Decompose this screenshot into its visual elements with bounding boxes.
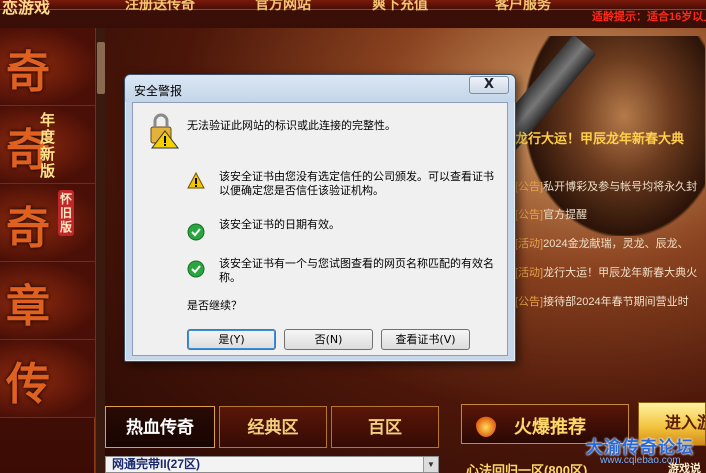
tab-hundred-zone[interactable]: 百区 — [331, 406, 439, 448]
page-scrollbar[interactable] — [95, 28, 105, 473]
lock-warning-icon — [150, 113, 179, 149]
tab-classic-zone[interactable]: 经典区 — [219, 406, 327, 448]
main-message: 无法验证此网站的标识或此连接的完整性。 — [187, 119, 396, 132]
sidebar-item-chapter[interactable]: 章 — [0, 262, 96, 340]
flame-icon — [476, 413, 496, 437]
certificate-name-message: 该安全证书有一个与您试图查看的网页名称匹配的有效名称。 — [219, 257, 494, 284]
server-select-value: 网通完带II(27区) — [112, 457, 201, 471]
close-button[interactable]: X — [469, 76, 509, 94]
nav-item-recharge[interactable]: 爽下充值 — [372, 0, 428, 14]
news-category: [活动] — [515, 267, 544, 279]
tab-hot-legend[interactable]: 热血传奇 — [105, 406, 215, 448]
nav-item-customer-service[interactable]: 客户服务 — [495, 0, 551, 14]
news-item[interactable]: [公告]接待部2024年春节期间营业时 — [515, 293, 706, 313]
server-tabs: 热血传奇 经典区 百区 — [105, 402, 440, 450]
sidebar-item-chuan[interactable]: 传 — [0, 340, 96, 418]
certificate-date-message: 该安全证书的日期有效。 — [219, 218, 340, 231]
nav-item-register[interactable]: 注册送传奇 — [125, 0, 195, 14]
sidebar-tag: 年度新版 — [40, 112, 56, 180]
age-notice: 适龄提示：适合16岁以上 — [592, 11, 706, 23]
dialog-titlebar[interactable]: 安全警报 X — [125, 75, 515, 102]
news-category: [公告] — [515, 296, 544, 308]
yes-button[interactable]: 是(Y) — [187, 329, 276, 350]
news-title: 私开博彩及参与帐号均将永久封 — [543, 181, 698, 193]
forum-watermark-url: www.cqlebao.com — [600, 455, 681, 466]
continue-question: 是否继续？ — [187, 299, 242, 312]
news-headline[interactable]: 龙行大运！甲辰龙年新春大典 — [515, 128, 684, 147]
no-button[interactable]: 否(N) — [284, 329, 373, 350]
news-category: [公告] — [515, 181, 544, 193]
news-title: 2024金龙献瑞，灵龙、辰龙、 — [543, 238, 689, 250]
dialog-title: 安全警报 — [134, 84, 183, 98]
site-logo[interactable]: 恋游戏 — [2, 0, 50, 18]
news-category: [活动] — [515, 238, 544, 250]
dialog-body: 无法验证此网站的标识或此连接的完整性。 该安全证书由您没有选定信任的公司颁发。可… — [132, 102, 508, 356]
sidebar-glyph: 奇 — [6, 204, 50, 253]
news-category: [公告] — [515, 209, 544, 221]
game-sidebar: 奇 奇 年度新版 奇 怀旧版 章 传 — [0, 28, 96, 473]
hot-recommend-server[interactable]: 心法回归一区(800区) — [466, 460, 587, 473]
news-item[interactable]: [活动]2024金龙献瑞，灵龙、辰龙、 — [515, 235, 706, 255]
news-title: 接待部2024年春节期间营业时 — [543, 296, 689, 308]
security-alert-dialog: 安全警报 X 无法验证此网站的标识或此连接的完整性。 该安全证书由您没有选定信任… — [124, 74, 516, 362]
server-select[interactable]: 网通完带II(27区) ▼ — [105, 456, 439, 473]
certificate-issuer-message: 该安全证书由您没有选定信任的公司颁发。可以查看证书以便确定您是否信任该验证机构。 — [219, 170, 494, 197]
sidebar-glyph: 章 — [6, 282, 50, 331]
hot-recommend-label: 火爆推荐 — [514, 417, 586, 437]
check-icon — [187, 223, 205, 241]
sidebar-item-annual[interactable]: 奇 年度新版 — [0, 106, 96, 184]
sidebar-tag: 怀旧版 — [58, 190, 74, 236]
news-list: 龙行大运！甲辰龙年新春大典 [公告]私开博彩及参与帐号均将永久封 [公告]官方提… — [515, 128, 706, 333]
sidebar-item-legend[interactable]: 奇 — [0, 28, 96, 106]
news-item[interactable]: [公告]官方提醒 — [515, 206, 706, 226]
news-item[interactable]: [公告]私开博彩及参与帐号均将永久封 — [515, 178, 706, 198]
check-icon — [187, 260, 205, 278]
news-item[interactable]: [活动]龙行大运！甲辰龙年新春大典火 — [515, 264, 706, 284]
news-title: 官方提醒 — [543, 209, 588, 221]
sidebar-item-classic[interactable]: 奇 怀旧版 — [0, 184, 96, 262]
view-certificate-button[interactable]: 查看证书(V) — [381, 329, 470, 350]
sidebar-glyph: 传 — [6, 360, 50, 409]
scrollbar-thumb[interactable] — [97, 42, 105, 94]
warning-icon — [187, 172, 205, 189]
sidebar-glyph: 奇 — [6, 48, 50, 97]
news-title: 龙行大运！甲辰龙年新春大典火 — [543, 267, 698, 279]
chevron-down-icon[interactable]: ▼ — [423, 457, 438, 472]
nav-item-official-site[interactable]: 官方网站 — [255, 0, 311, 14]
